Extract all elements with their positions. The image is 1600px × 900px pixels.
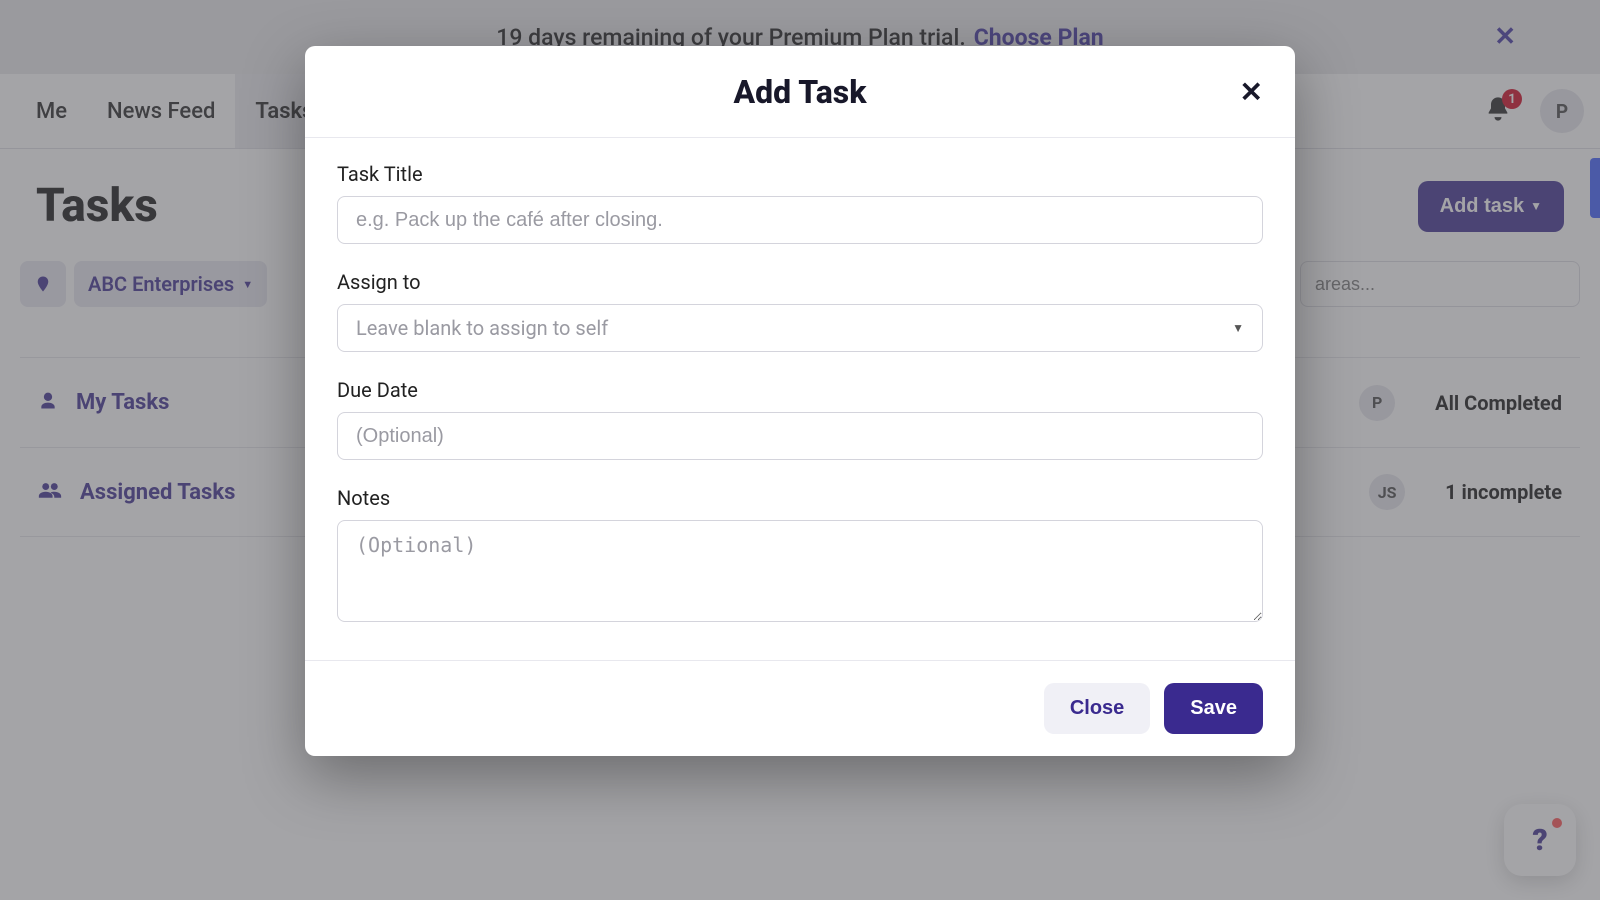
chevron-down-icon: ▼ — [1232, 321, 1244, 335]
close-button[interactable]: Close — [1044, 683, 1150, 734]
modal-body: Task Title Assign to Leave blank to assi… — [305, 138, 1295, 660]
assign-to-placeholder: Leave blank to assign to self — [356, 316, 608, 340]
modal-header: Add Task ✕ — [305, 46, 1295, 138]
add-task-modal: Add Task ✕ Task Title Assign to Leave bl… — [305, 46, 1295, 756]
notes-textarea[interactable] — [337, 520, 1263, 622]
save-button[interactable]: Save — [1164, 683, 1263, 734]
notes-label: Notes — [337, 486, 1263, 510]
assign-to-select[interactable]: Leave blank to assign to self ▼ — [337, 304, 1263, 352]
due-date-input[interactable] — [337, 412, 1263, 460]
modal-footer: Close Save — [305, 660, 1295, 756]
assign-to-label: Assign to — [337, 270, 1263, 294]
due-date-label: Due Date — [337, 378, 1263, 402]
modal-overlay: Add Task ✕ Task Title Assign to Leave bl… — [0, 0, 1600, 900]
modal-title: Add Task — [733, 73, 866, 111]
task-title-label: Task Title — [337, 162, 1263, 186]
task-title-input[interactable] — [337, 196, 1263, 244]
close-icon[interactable]: ✕ — [1240, 75, 1263, 108]
